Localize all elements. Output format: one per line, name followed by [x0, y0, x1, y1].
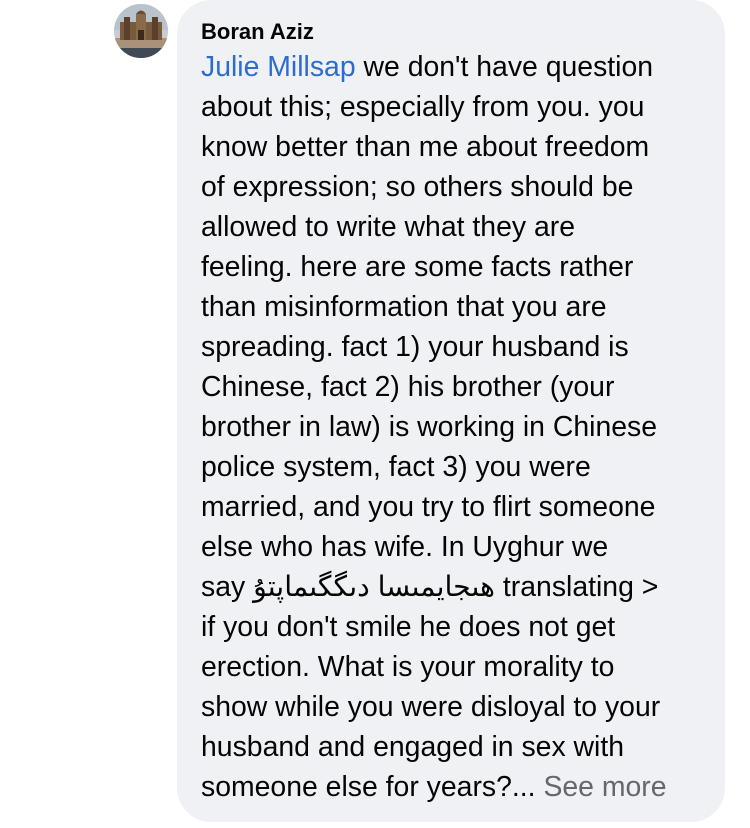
comment-line: spreading. fact 1) your husband is — [201, 331, 629, 363]
comment-line: feeling. here are some facts rather — [201, 251, 634, 283]
comment-line: about this; especially from you. you — [201, 91, 645, 123]
comment-line: show while you were disloyal to your — [201, 691, 661, 723]
comment-line: if you don't smile he does not get — [201, 611, 616, 643]
translating-label: translating > — [495, 571, 659, 603]
comment-line: someone else for years?... See more — [201, 767, 703, 807]
mention-link[interactable]: Julie Millsap — [201, 51, 356, 83]
comment-author[interactable]: Boran Aziz — [201, 17, 703, 47]
comment-line: erection. What is your morality to — [201, 651, 615, 683]
comment-line-text: we don't have question — [355, 51, 654, 83]
profile-photo-icon — [114, 4, 168, 58]
comment-line: Julie Millsap we don't have question — [201, 47, 703, 87]
comment-line: else who has wife. In Uyghur we — [201, 531, 609, 563]
comment-line: married, and you try to flirt someone — [201, 491, 656, 523]
uyghur-phrase: ھىجايمىسا دىگگىماپتۇ — [253, 571, 496, 603]
comment-line: know better than me about freedom — [201, 131, 650, 163]
comment-bubble: Boran Aziz Julie Millsap we don't have q… — [177, 0, 725, 822]
say-prefix: say — [201, 571, 254, 603]
comment-line: police system, fact 3) you were — [201, 451, 591, 483]
comment-line: than misinformation that you are — [201, 291, 607, 323]
see-more-link[interactable]: See more — [543, 771, 666, 803]
comment-line: Chinese, fact 2) his brother (your — [201, 371, 615, 403]
comment-line: husband and engaged in sex with — [201, 731, 625, 763]
comment-line: say ھىجايمىسا دىگگىماپتۇ translating > — [201, 567, 703, 607]
last-line-text: someone else for years?... — [201, 771, 536, 803]
avatar[interactable] — [114, 4, 168, 58]
comment-text: Julie Millsap we don't have question abo… — [201, 47, 703, 807]
comment-line: of expression; so others should be — [201, 171, 634, 203]
comment-line: brother in law) is working in Chinese — [201, 411, 658, 443]
comment-line: allowed to write what they are — [201, 211, 575, 243]
